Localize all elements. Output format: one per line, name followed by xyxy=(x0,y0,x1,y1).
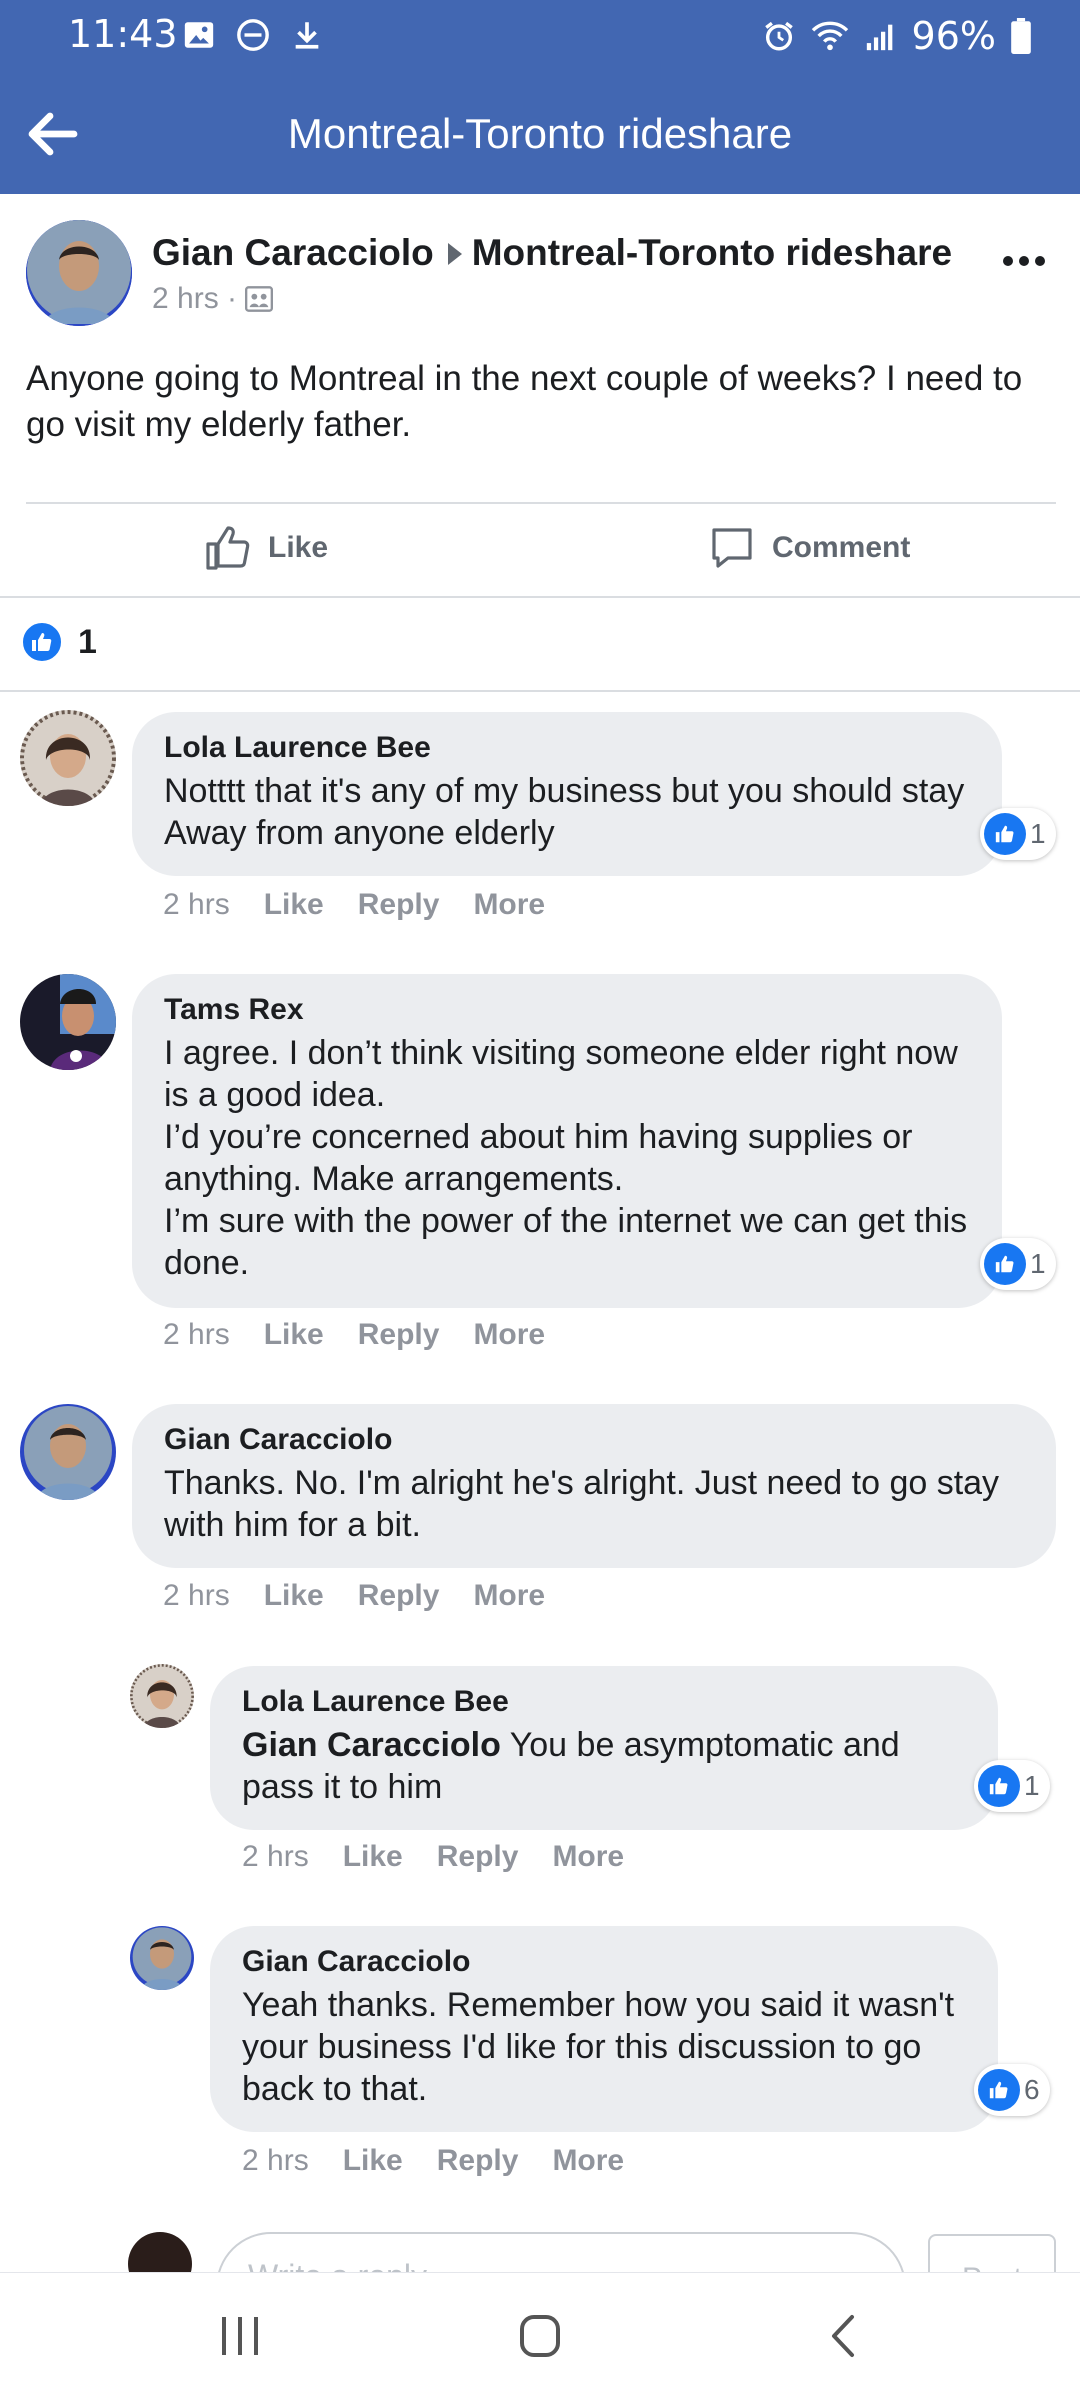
reply-reply-link[interactable]: Reply xyxy=(437,2144,519,2178)
like-reaction-icon xyxy=(984,813,1026,855)
reply-bubble: Lola Laurence Bee Gian Caracciolo You be… xyxy=(210,1666,998,1830)
reaction-count: 1 xyxy=(1030,1248,1046,1279)
comment-bubble: Tams Rex I agree. I don’t think visiting… xyxy=(132,974,1002,1308)
divider xyxy=(26,502,1056,504)
signal-icon xyxy=(866,24,892,51)
reply-avatar[interactable] xyxy=(130,1664,194,1728)
more-options-icon[interactable] xyxy=(1000,246,1048,276)
reply-time: 2 hrs xyxy=(242,2144,309,2177)
reaction-count: 1 xyxy=(1030,818,1046,849)
reply-actions: 2 hrs Like Reply More xyxy=(242,2144,624,2178)
comment-reaction-badge[interactable]: 1 xyxy=(980,1238,1056,1290)
post-author-name[interactable]: Gian Caracciolo xyxy=(152,232,434,273)
gallery-icon xyxy=(184,22,214,48)
back-nav-icon[interactable] xyxy=(824,2311,864,2361)
like-button[interactable]: Like xyxy=(204,524,328,572)
comment-more-link[interactable]: More xyxy=(473,888,545,922)
comment-like-link[interactable]: Like xyxy=(264,1579,324,1613)
post-actions: Like Comment xyxy=(0,510,1080,590)
comment-more-link[interactable]: More xyxy=(473,1318,545,1352)
like-reaction-icon xyxy=(978,2069,1020,2111)
mention-link[interactable]: Gian Caracciolo xyxy=(242,1726,501,1764)
reply-like-link[interactable]: Like xyxy=(343,2144,403,2178)
comment-actions: 2 hrs Like Reply More xyxy=(163,1579,545,1613)
comment-bubble: Lola Laurence Bee Notttt that it's any o… xyxy=(132,712,1002,876)
comment-button[interactable]: Comment xyxy=(708,524,910,572)
app-header: Montreal-Toronto rideshare xyxy=(0,72,1080,194)
comment-reply-link[interactable]: Reply xyxy=(358,1579,440,1613)
comment-actions: 2 hrs Like Reply More xyxy=(163,1318,545,1352)
reply-reply-link[interactable]: Reply xyxy=(437,1840,519,1874)
download-icon xyxy=(295,22,319,49)
like-reaction-icon xyxy=(984,1243,1026,1285)
do-not-disturb-icon xyxy=(237,19,269,51)
reply-reaction-badge[interactable]: 6 xyxy=(974,2064,1050,2116)
page-title: Montreal-Toronto rideshare xyxy=(287,110,793,157)
commenter-name[interactable]: Gian Caracciolo xyxy=(164,1420,1024,1460)
group-audience-icon xyxy=(245,286,274,312)
comment-icon xyxy=(712,528,752,568)
alarm-icon xyxy=(764,21,793,51)
reply-more-link[interactable]: More xyxy=(552,2144,624,2178)
post-group-name[interactable]: Montreal-Toronto rideshare xyxy=(472,232,952,273)
divider xyxy=(0,596,1080,598)
reply-text: Yeah thanks. Remember how you said it wa… xyxy=(242,1986,955,2108)
thumbs-up-icon xyxy=(206,526,250,570)
status-time: 11:43 xyxy=(68,12,178,56)
comment-time: 2 hrs xyxy=(163,888,230,921)
replier-name[interactable]: Lola Laurence Bee xyxy=(242,1682,966,1722)
wifi-icon xyxy=(811,21,848,51)
reply-bubble: Gian Caracciolo Yeah thanks. Remember ho… xyxy=(210,1926,998,2132)
replier-name[interactable]: Gian Caracciolo xyxy=(242,1942,966,1982)
like-reaction-icon xyxy=(20,620,64,664)
reaction-count: 1 xyxy=(78,622,97,661)
reply-avatar[interactable] xyxy=(130,1926,194,1990)
comment-text: I agree. I don’t think visiting someone … xyxy=(164,1034,968,1282)
reply-text: Gian Caracciolo You be asymptomatic and … xyxy=(242,1724,966,1808)
comment-reply-link[interactable]: Reply xyxy=(358,888,440,922)
comment-reaction-badge[interactable]: 1 xyxy=(980,808,1056,860)
commenter-avatar[interactable] xyxy=(20,710,116,806)
reply-more-link[interactable]: More xyxy=(552,1840,624,1874)
post-time[interactable]: 2 hrs · xyxy=(152,282,237,316)
like-reaction-icon xyxy=(978,1765,1020,1807)
commenter-avatar[interactable] xyxy=(20,1404,116,1500)
reply-time: 2 hrs xyxy=(242,1840,309,1873)
post-meta: 2 hrs · xyxy=(152,282,274,316)
post-author-avatar[interactable] xyxy=(26,220,132,326)
like-label: Like xyxy=(268,531,329,564)
commenter-name[interactable]: Lola Laurence Bee xyxy=(164,728,970,768)
comment-text: Thanks. No. I'm alright he's alright. Ju… xyxy=(164,1464,1000,1544)
divider xyxy=(0,690,1080,692)
commenter-name[interactable]: Tams Rex xyxy=(164,990,970,1030)
battery-percent: 96% xyxy=(911,14,996,58)
comment-time: 2 hrs xyxy=(163,1318,230,1351)
post-header: Gian Caracciolo Montreal-Toronto rideshar… xyxy=(152,232,952,274)
reaction-count: 6 xyxy=(1024,2074,1040,2105)
comment-bubble: Gian Caracciolo Thanks. No. I'm alright … xyxy=(132,1404,1056,1568)
reply-reaction-badge[interactable]: 1 xyxy=(974,1760,1050,1812)
comment-like-link[interactable]: Like xyxy=(264,1318,324,1352)
reply-actions: 2 hrs Like Reply More xyxy=(242,1840,624,1874)
recent-apps-icon[interactable] xyxy=(218,2311,262,2361)
reply-like-link[interactable]: Like xyxy=(343,1840,403,1874)
status-bar: 11:43 96% xyxy=(0,0,1080,72)
comment-reply-link[interactable]: Reply xyxy=(358,1318,440,1352)
commenter-avatar[interactable] xyxy=(20,974,116,1070)
post-text: Anyone going to Montreal in the next cou… xyxy=(26,359,1023,444)
home-icon[interactable] xyxy=(518,2311,562,2361)
system-nav-bar xyxy=(0,2272,1080,2400)
reaction-count: 1 xyxy=(1024,1770,1040,1801)
comment-like-link[interactable]: Like xyxy=(264,888,324,922)
arrow-right-icon xyxy=(447,243,462,266)
top-bar: 11:43 96% Montreal-Toronto rideshare xyxy=(0,0,1080,194)
reaction-summary[interactable]: 1 xyxy=(20,620,97,664)
comment-time: 2 hrs xyxy=(163,1579,230,1612)
comment-text: Notttt that it's any of my business but … xyxy=(164,772,965,852)
comment-actions: 2 hrs Like Reply More xyxy=(163,888,545,922)
comment-more-link[interactable]: More xyxy=(473,1579,545,1613)
battery-icon xyxy=(1011,18,1031,54)
comment-label: Comment xyxy=(772,531,911,564)
